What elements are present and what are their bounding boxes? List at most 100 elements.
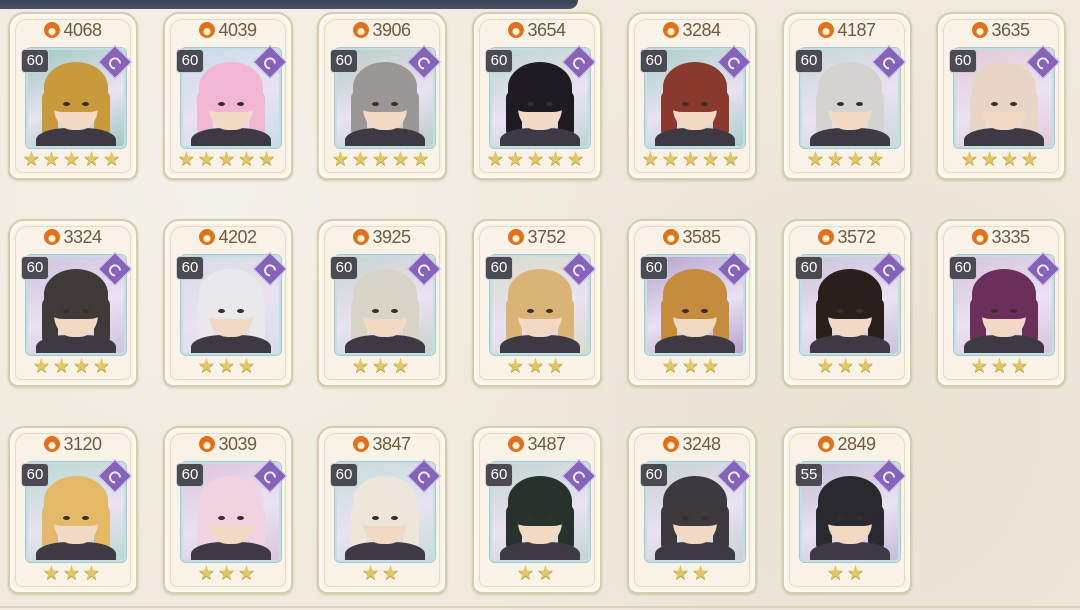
flame-icon [508, 229, 525, 245]
star-icon: ★ [1011, 356, 1032, 377]
power-value: 3752 [527, 227, 566, 247]
hero-eyes [682, 102, 708, 106]
hero-eyes [63, 516, 89, 520]
level-badge: 60 [486, 257, 512, 279]
flame-icon [44, 229, 61, 245]
star-icon: ★ [980, 149, 1001, 170]
star-icon: ★ [42, 149, 63, 170]
hero-card[interactable]: 3925 60 ★★★ [317, 219, 447, 387]
hero-card[interactable]: 4202 60 ★★★ [163, 219, 293, 387]
hero-eyes [527, 516, 553, 520]
star-icon: ★ [526, 356, 548, 377]
star-icon: ★ [702, 149, 723, 170]
star-icon: ★ [990, 356, 1012, 377]
level-badge: 60 [641, 257, 667, 279]
hero-eyes [372, 102, 398, 106]
star-icon: ★ [661, 356, 682, 377]
hero-card[interactable]: 3585 60 ★★★ [627, 219, 757, 387]
level-badge: 60 [641, 464, 667, 486]
star-rating: ★★★★★ [474, 148, 600, 171]
level-badge: 60 [950, 257, 976, 279]
star-icon: ★ [371, 356, 393, 377]
flame-icon [353, 22, 370, 38]
hero-card[interactable]: 3039 60 ★★★ [163, 426, 293, 594]
star-icon: ★ [238, 563, 259, 584]
star-icon: ★ [547, 356, 568, 377]
hero-card[interactable]: 3752 60 ★★★ [472, 219, 602, 387]
star-icon: ★ [103, 149, 124, 170]
star-icon: ★ [567, 149, 588, 170]
flame-icon [199, 22, 216, 38]
star-icon: ★ [681, 149, 703, 170]
hero-power: 3039 [165, 434, 291, 455]
hero-card[interactable]: 3635 60 ★★★★ [936, 12, 1066, 180]
star-icon: ★ [661, 149, 682, 170]
star-icon: ★ [62, 149, 84, 170]
hero-eyes [682, 516, 708, 520]
power-value: 4068 [63, 20, 102, 40]
star-icon: ★ [22, 149, 43, 170]
hero-card[interactable]: 3335 60 ★★★ [936, 219, 1066, 387]
hero-power: 4202 [165, 227, 291, 248]
flame-icon [199, 229, 216, 245]
power-value: 3120 [63, 434, 102, 454]
star-icon: ★ [506, 149, 527, 170]
star-rating: ★★★★ [10, 355, 136, 378]
star-icon: ★ [847, 149, 868, 170]
hero-body [655, 335, 735, 353]
star-icon: ★ [806, 149, 827, 170]
hero-card[interactable]: 4039 60 ★★★★★ [163, 12, 293, 180]
hero-power: 3906 [319, 20, 445, 41]
hero-card[interactable]: 3487 60 ★★ [472, 426, 602, 594]
hero-card[interactable]: 3654 60 ★★★★★ [472, 12, 602, 180]
hero-card[interactable]: 3120 60 ★★★ [8, 426, 138, 594]
hero-eyes [372, 309, 398, 313]
star-icon: ★ [692, 563, 713, 584]
hero-card[interactable]: 3248 60 ★★ [627, 426, 757, 594]
star-rating: ★★★★★ [319, 148, 445, 171]
hero-power: 3572 [784, 227, 910, 248]
flame-icon [508, 436, 525, 452]
star-icon: ★ [486, 149, 507, 170]
level-badge: 60 [22, 257, 48, 279]
star-icon: ★ [371, 149, 393, 170]
star-icon: ★ [412, 149, 433, 170]
hero-eyes [991, 102, 1017, 106]
level-badge: 60 [641, 50, 667, 72]
hero-power: 3654 [474, 20, 600, 41]
hero-card[interactable]: 3324 60 ★★★★ [8, 219, 138, 387]
flame-icon [663, 22, 680, 38]
power-value: 3324 [63, 227, 102, 247]
hero-eyes [837, 102, 863, 106]
hero-card[interactable]: 4187 60 ★★★★ [782, 12, 912, 180]
star-icon: ★ [217, 563, 239, 584]
star-rating: ★★★ [629, 355, 755, 378]
star-icon: ★ [1021, 149, 1042, 170]
hero-body [810, 335, 890, 353]
power-value: 4039 [218, 20, 257, 40]
hero-power: 3635 [938, 20, 1064, 41]
star-rating: ★★★ [165, 355, 291, 378]
hero-card[interactable]: 3847 60 ★★ [317, 426, 447, 594]
hero-card[interactable]: 3284 60 ★★★★★ [627, 12, 757, 180]
hero-body [36, 542, 116, 560]
star-icon: ★ [258, 149, 279, 170]
hero-eyes [682, 309, 708, 313]
power-value: 3585 [682, 227, 721, 247]
hero-card[interactable]: 4068 60 ★★★★★ [8, 12, 138, 180]
hero-card[interactable]: 2849 55 ★★ [782, 426, 912, 594]
star-icon: ★ [351, 149, 372, 170]
star-icon: ★ [392, 149, 413, 170]
power-value: 3572 [837, 227, 876, 247]
power-value: 3487 [527, 434, 566, 454]
hero-body [964, 335, 1044, 353]
hero-card[interactable]: 3572 60 ★★★ [782, 219, 912, 387]
hero-body [345, 128, 425, 146]
star-icon: ★ [42, 563, 63, 584]
power-value: 3635 [991, 20, 1030, 40]
hero-power: 4187 [784, 20, 910, 41]
hero-card[interactable]: 3906 60 ★★★★★ [317, 12, 447, 180]
star-icon: ★ [351, 356, 372, 377]
hero-body [810, 128, 890, 146]
star-icon: ★ [537, 563, 558, 584]
